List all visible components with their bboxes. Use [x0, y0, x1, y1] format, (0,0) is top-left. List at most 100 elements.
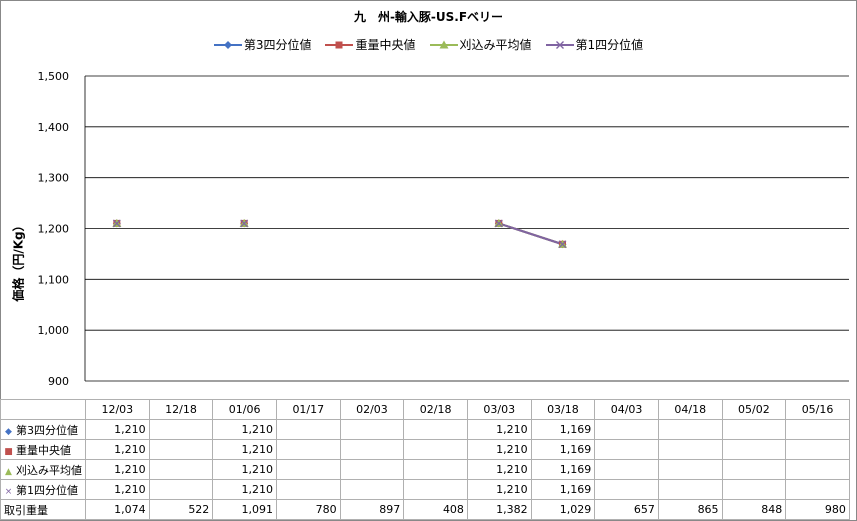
y-tick-label: 1,500 — [38, 70, 70, 83]
table-cell: 1,210 — [85, 419, 150, 440]
table-cell — [657, 479, 723, 500]
y-tick-label: 1,400 — [38, 121, 70, 134]
table-cell — [339, 479, 405, 500]
table-cell — [785, 419, 850, 440]
table-cell: 865 — [657, 499, 723, 520]
table-cell — [594, 459, 659, 480]
table-cell — [403, 479, 468, 500]
x-tick-label: 03/18 — [530, 399, 596, 420]
table-cell — [148, 439, 214, 460]
table-cell — [721, 479, 787, 500]
table-row-header: ▲ 刈込み平均値 — [0, 459, 86, 480]
table-cell — [148, 459, 214, 480]
table-cell: 980 — [785, 499, 850, 520]
table-row-header: ◆ 第3四分位値 — [0, 419, 86, 440]
table-cell — [403, 419, 468, 440]
table-cell — [339, 419, 405, 440]
table-cell — [275, 479, 341, 500]
y-tick-label: 1,300 — [38, 172, 70, 185]
table-cell — [657, 439, 723, 460]
table-header-row: 12/03 12/18 01/06 01/17 02/03 02/18 03/03 03/18… — [0, 399, 850, 420]
table-cell: 1,169 — [530, 479, 596, 500]
x-tick-label: 04/18 — [657, 399, 723, 420]
table-cell: 848 — [721, 499, 787, 520]
y-tick-label: 900 — [48, 375, 69, 388]
table-cell — [148, 419, 214, 440]
table-cell — [721, 459, 787, 480]
x-tick-label: 01/17 — [275, 399, 341, 420]
table-cell: 1,091 — [212, 499, 277, 520]
table-corner-cell — [0, 399, 86, 420]
table-cell: 1,210 — [466, 459, 532, 480]
table-cell: 1,169 — [530, 439, 596, 460]
table-row-header: 取引重量 — [0, 499, 86, 520]
table-cell — [275, 419, 341, 440]
table-cell: 1,074 — [85, 499, 150, 520]
table-cell: 1,210 — [212, 459, 277, 480]
table-cell — [275, 459, 341, 480]
table-cell — [657, 419, 723, 440]
x-tick-label: 02/18 — [403, 399, 468, 420]
table-cell: 408 — [403, 499, 468, 520]
table-cell — [339, 459, 405, 480]
table-cell: 897 — [339, 499, 405, 520]
table-cell — [339, 439, 405, 460]
table-cell — [148, 479, 214, 500]
table-cell — [785, 439, 850, 460]
table-cell: 522 — [148, 499, 214, 520]
table-cell: 1,169 — [530, 459, 596, 480]
row-label: 第3四分位値 — [16, 423, 78, 437]
x-tick-label: 03/03 — [466, 399, 532, 420]
x-tick-label: 05/02 — [721, 399, 787, 420]
table-cell: 780 — [275, 499, 341, 520]
table-row: ▲ 刈込み平均値 1,210 1,210 1,210 1,169 — [0, 459, 850, 480]
row-label: 第1四分位値 — [16, 483, 78, 497]
x-tick-label: 12/18 — [148, 399, 214, 420]
series-marker-icon: ▲ — [5, 466, 12, 477]
y-tick-label: 1,000 — [38, 324, 70, 337]
x-tick-label: 12/03 — [85, 399, 150, 420]
table-row-header: ■ 重量中央値 — [0, 439, 86, 460]
plot-area: 900 1,000 1,100 1,200 1,300 1,400 1,500 — [38, 70, 849, 388]
table-row: × 第1四分位値 1,210 1,210 1,210 1,169 — [0, 479, 850, 500]
table-cell — [721, 419, 787, 440]
table-cell — [785, 459, 850, 480]
x-tick-label: 04/03 — [594, 399, 659, 420]
x-tick-label: 01/06 — [212, 399, 277, 420]
row-label: 重量中央値 — [16, 443, 71, 457]
y-axis-label-wrap: 価格（円/Kg） — [8, 200, 28, 320]
series-marker-icon: × — [4, 486, 13, 497]
table-row: ◆ 第3四分位値 1,210 1,210 1,210 1,169 — [0, 419, 850, 440]
table-cell — [275, 439, 341, 460]
table-cell — [785, 479, 850, 500]
table-cell: 1,210 — [466, 479, 532, 500]
table-row-header: × 第1四分位値 — [0, 479, 86, 500]
table-cell — [594, 419, 659, 440]
table-cell — [594, 479, 659, 500]
table-cell — [403, 439, 468, 460]
table-row-volume: 取引重量 1,074 522 1,091 780 897 408 1,382 1,029 657 8… — [0, 499, 850, 520]
series-marker-icon: ◆ — [5, 426, 12, 437]
table-cell: 1,382 — [466, 499, 532, 520]
table-cell: 1,210 — [212, 479, 277, 500]
table-cell: 1,029 — [530, 499, 596, 520]
table-cell — [657, 459, 723, 480]
table-cell: 657 — [594, 499, 659, 520]
table-cell — [721, 439, 787, 460]
x-tick-label: 05/16 — [785, 399, 850, 420]
table-row: ■ 重量中央値 1,210 1,210 1,210 1,169 — [0, 439, 850, 460]
data-table: 12/03 12/18 01/06 01/17 02/03 02/18 03/03 03/18… — [0, 399, 850, 520]
y-axis-label: 価格（円/Kg） — [11, 218, 26, 302]
y-tick-label: 1,200 — [38, 223, 70, 236]
table-cell: 1,210 — [212, 419, 277, 440]
table-cell — [594, 439, 659, 460]
table-cell: 1,210 — [466, 419, 532, 440]
table-cell: 1,210 — [85, 479, 150, 500]
series-marker-icon: ■ — [4, 446, 13, 457]
table-cell: 1,169 — [530, 419, 596, 440]
y-tick-label: 1,100 — [38, 273, 70, 286]
table-cell: 1,210 — [85, 459, 150, 480]
series-line — [498, 222, 563, 246]
table-cell — [403, 459, 468, 480]
table-cell: 1,210 — [212, 439, 277, 460]
